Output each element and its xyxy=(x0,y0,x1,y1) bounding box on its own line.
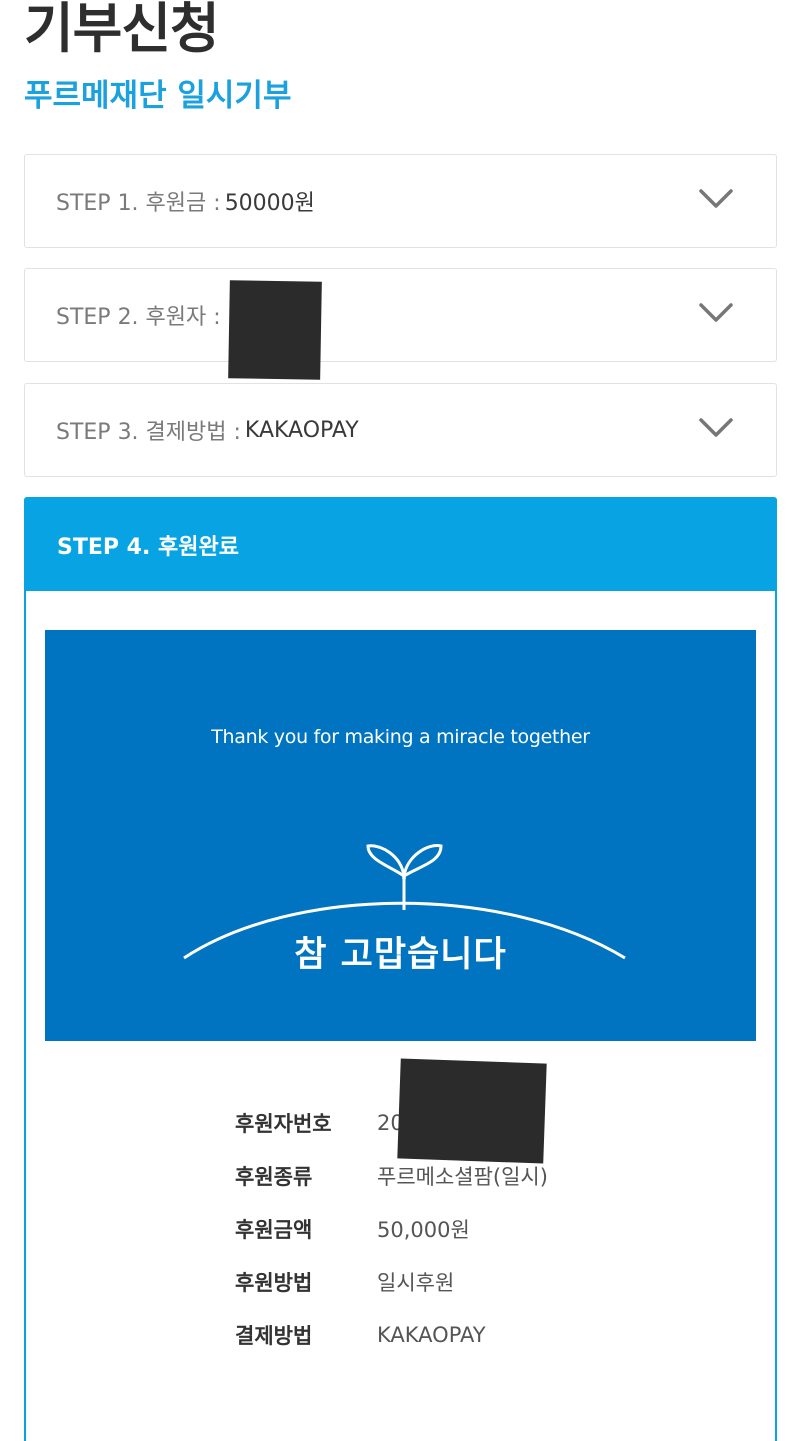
info-label: 후원금액 xyxy=(235,1217,313,1242)
page-title: 기부신청 xyxy=(24,0,220,60)
page-subtitle: 푸르메재단 일시기부 xyxy=(24,78,292,114)
info-value: 푸르메소셜팜(일시) xyxy=(377,1164,548,1189)
info-value: KAKAOPAY xyxy=(377,1322,486,1347)
step-1-accordion[interactable]: STEP 1. 후원금 : 50000원 xyxy=(24,154,777,248)
redaction-block-donor-number xyxy=(397,1058,547,1164)
step-2-accordion[interactable]: STEP 2. 후원자 : xyxy=(24,268,777,362)
info-row-donation-amount: 후원금액 50,000원 xyxy=(235,1202,548,1255)
info-value: 50,000원 xyxy=(377,1217,470,1242)
info-label: 후원종류 xyxy=(235,1164,313,1189)
banner-thanks-text: 참 고맙습니다 xyxy=(294,935,507,975)
step-4-panel: STEP 4. 후원완료 Thank you for making a mira… xyxy=(24,497,777,1441)
step-1-text: STEP 1. 후원금 : 50000원 xyxy=(56,155,315,247)
chevron-down-icon[interactable] xyxy=(698,188,734,210)
chevron-down-icon[interactable] xyxy=(698,302,734,324)
step-3-value: KAKAOPAY xyxy=(244,417,359,443)
step-4-header: STEP 4. 후원완료 xyxy=(26,499,775,591)
info-label: 결제방법 xyxy=(235,1323,313,1348)
step-1-label: STEP 1. 후원금 : xyxy=(56,191,221,216)
step-2-label: STEP 2. 후원자 : xyxy=(56,305,221,330)
step-3-accordion[interactable]: STEP 3. 결제방법 : KAKAOPAY xyxy=(24,383,777,477)
step-3-label: STEP 3. 결제방법 : xyxy=(56,420,241,445)
step-1-value: 50000원 xyxy=(224,191,315,216)
info-value: 일시후원 xyxy=(377,1270,455,1295)
redaction-block-donor-name xyxy=(228,280,322,380)
step-3-text: STEP 3. 결제방법 : KAKAOPAY xyxy=(56,384,359,476)
info-row-payment-method: 결제방법 KAKAOPAY xyxy=(235,1308,548,1361)
info-label: 후원자번호 xyxy=(235,1111,332,1136)
info-row-donation-method: 후원방법 일시후원 xyxy=(235,1255,548,1308)
info-label: 후원방법 xyxy=(235,1270,313,1295)
step-2-text: STEP 2. 후원자 : xyxy=(56,269,225,361)
donation-page: 기부신청 푸르메재단 일시기부 STEP 1. 후원금 : 50000원 STE… xyxy=(0,0,800,1441)
chevron-down-icon[interactable] xyxy=(698,417,734,439)
thank-you-banner: Thank you for making a miracle together … xyxy=(45,630,756,1041)
sprout-icon xyxy=(183,844,626,960)
